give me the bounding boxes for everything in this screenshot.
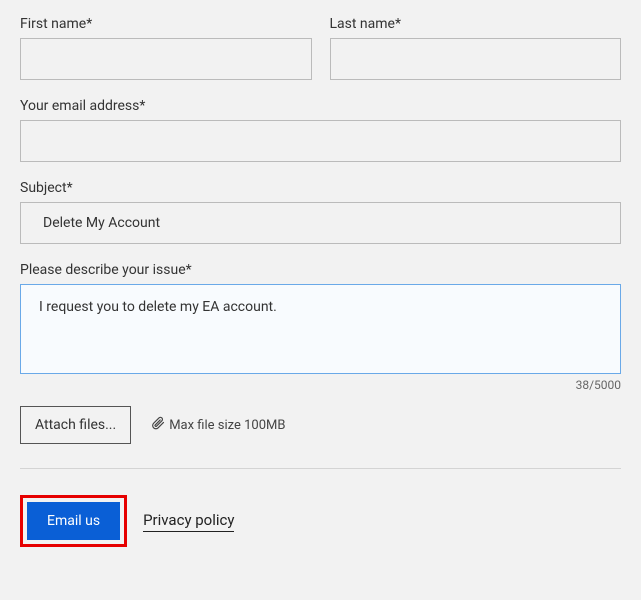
- divider: [20, 468, 621, 469]
- paperclip-icon: [151, 416, 165, 434]
- file-size-hint: Max file size 100MB: [151, 416, 285, 434]
- description-textarea[interactable]: I request you to delete my EA account.: [20, 284, 621, 374]
- subject-value: Delete My Account: [43, 215, 160, 231]
- email-us-highlight: Email us: [20, 495, 127, 547]
- first-name-label: First name*: [20, 16, 312, 32]
- description-label: Please describe your issue*: [20, 262, 621, 278]
- subject-label: Subject*: [20, 180, 621, 196]
- email-field[interactable]: [20, 120, 621, 162]
- last-name-field[interactable]: [330, 38, 622, 80]
- attach-files-button[interactable]: Attach files...: [20, 406, 131, 444]
- last-name-label: Last name*: [330, 16, 622, 32]
- privacy-policy-link[interactable]: Privacy policy: [143, 511, 234, 532]
- subject-select[interactable]: Delete My Account: [20, 202, 621, 244]
- email-label: Your email address*: [20, 98, 621, 114]
- char-count: 38/5000: [20, 378, 621, 392]
- email-us-button[interactable]: Email us: [27, 502, 120, 540]
- first-name-field[interactable]: [20, 38, 312, 80]
